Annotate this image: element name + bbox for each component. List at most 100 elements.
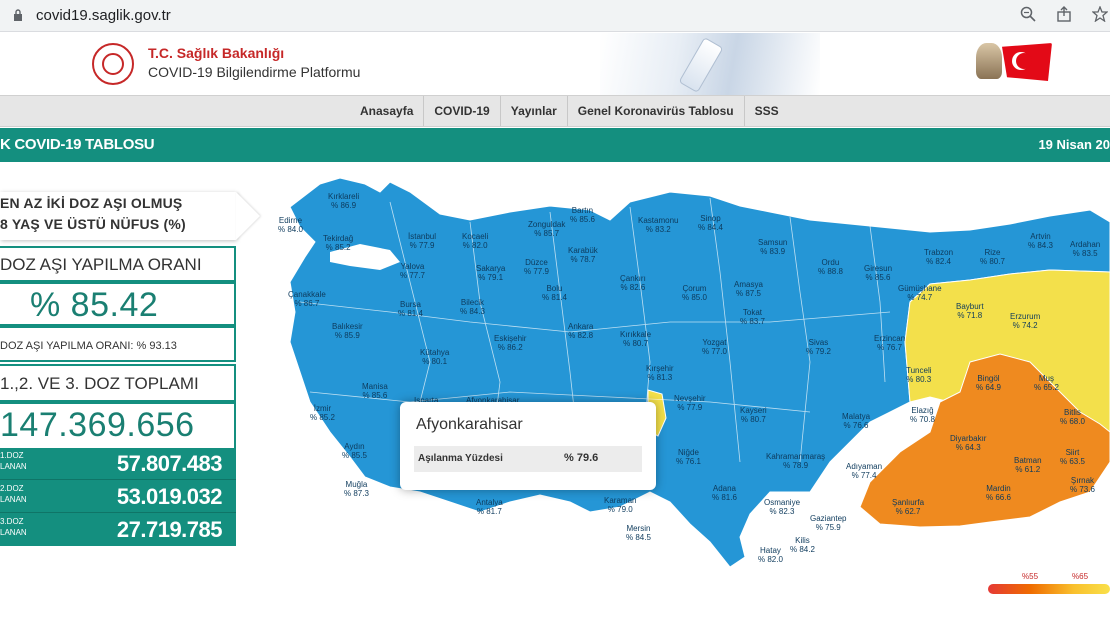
province-nigde[interactable]: Niğde% 76.1 [676,448,701,466]
headline-line-2: 8 YAŞ VE ÜSTÜ NÜFUS (%) [0,216,186,232]
province-mus[interactable]: Muş% 65.2 [1034,374,1059,392]
province-manisa[interactable]: Manisa% 85.6 [362,382,388,400]
main-content: Kırklareli% 86.9 Edirne% 84.0 Tekirdağ% … [0,162,1110,625]
province-sinop[interactable]: Sinop% 84.4 [698,214,723,232]
province-nevsehir[interactable]: Nevşehir% 77.9 [674,394,706,412]
province-bartin[interactable]: Bartın% 85.6 [570,206,595,224]
share-icon[interactable] [1054,6,1074,26]
province-kirikkale[interactable]: Kırıkkale% 80.7 [620,330,651,348]
province-bayburt[interactable]: Bayburt% 71.8 [956,302,984,320]
province-eskisehir[interactable]: Eskişehir% 86.2 [494,334,526,352]
province-kutahya[interactable]: Kütahya% 80.1 [420,348,449,366]
star-icon[interactable] [1090,5,1110,26]
province-sirnak[interactable]: Şırnak% 73.6 [1070,476,1095,494]
province-ankara[interactable]: Ankara% 82.8 [568,322,593,340]
province-mersin[interactable]: Mersin% 84.5 [626,524,651,542]
province-tunceli[interactable]: Tunceli% 80.3 [906,366,932,384]
dose-row: 1.DOZ LANAN 57.807.483 [0,448,236,480]
province-erzincan[interactable]: Erzincan% 76.7 [874,334,905,352]
province-canakkale[interactable]: Çanakkale% 86.7 [288,290,326,308]
province-ordu[interactable]: Ordu% 88.8 [818,258,843,276]
province-izmir[interactable]: İzmir% 85.2 [310,404,335,422]
province-diyarbakir[interactable]: Diyarbakır% 64.3 [950,434,986,452]
dose-3-value: 27.719.785 [116,517,223,542]
province-kirklareli[interactable]: Kırklareli% 86.9 [328,192,359,210]
nav-general-table[interactable]: Genel Koronavirüs Tablosu [568,96,745,126]
province-trabzon[interactable]: Trabzon% 82.4 [924,248,953,266]
province-bingol[interactable]: Bingöl% 64.9 [976,374,1001,392]
legend-tick: %55 [1022,572,1039,581]
zoom-icon[interactable] [1018,6,1038,26]
province-siirt[interactable]: Siirt% 63.5 [1060,448,1085,466]
province-kirsehir[interactable]: Kırşehir% 81.3 [646,364,674,382]
province-zonguldak[interactable]: Zonguldak% 85.7 [528,220,565,238]
province-aydin[interactable]: Aydın% 85.5 [342,442,367,460]
page-title: K COVID-19 TABLOSU [0,136,155,153]
province-samsun[interactable]: Samsun% 83.9 [758,238,787,256]
stats-panel: EN AZ İKİ DOZ AŞI OLMUŞ 8 YAŞ VE ÜSTÜ NÜ… [0,162,260,625]
province-antalya[interactable]: Antalya% 81.7 [476,498,503,516]
platform-name[interactable]: COVID-19 Bilgilendirme Platformu [148,64,360,80]
province-sivas[interactable]: Sivas% 79.2 [806,338,831,356]
province-hatay[interactable]: Hatay% 82.0 [758,546,783,564]
total-doses-value: 147.369.656 [0,406,195,444]
address-bar[interactable]: covid19.saglik.gov.tr [36,7,171,24]
tooltip-title: Afyonkarahisar [416,416,523,433]
ministry-name[interactable]: T.C. Sağlık Bakanlığı [148,45,284,61]
province-yalova[interactable]: Yalova% 77.7 [400,262,425,280]
rate-value-box: % 85.42 [0,282,236,326]
province-kilis[interactable]: Kilis% 84.2 [790,536,815,554]
province-sanliurfa[interactable]: Şanlıurfa% 62.7 [892,498,924,516]
province-bursa[interactable]: Bursa% 81.4 [398,300,423,318]
province-osmaniye[interactable]: Osmaniye% 82.3 [764,498,800,516]
legend-gradient-bar [988,584,1110,594]
province-yozgat[interactable]: Yozgat% 77.0 [702,338,727,356]
province-artvin[interactable]: Artvin% 84.3 [1028,232,1053,250]
province-bilecik[interactable]: Bilecik% 84.3 [460,298,485,316]
province-elazig[interactable]: Elazığ% 70.8 [910,406,935,424]
province-kocaeli[interactable]: Kocaeli% 82.0 [462,232,488,250]
dose-row: 3.DOZ LANAN 27.719.785 [0,517,223,542]
province-bolu[interactable]: Bolu% 81.4 [542,284,567,302]
vaccination-map: Kırklareli% 86.9 Edirne% 84.0 Tekirdağ% … [270,162,1110,625]
nav-faq[interactable]: SSS [745,96,789,126]
ministry-logo-icon[interactable] [92,43,134,85]
province-edirne[interactable]: Edirne% 84.0 [278,216,303,234]
headline-line-1: EN AZ İKİ DOZ AŞI OLMUŞ [0,195,183,211]
province-rize[interactable]: Rize% 80.7 [980,248,1005,266]
province-mugla[interactable]: Muğla% 87.3 [344,480,369,498]
nav-covid19[interactable]: COVID-19 [424,96,501,126]
lock-icon[interactable] [13,9,23,21]
province-sakarya[interactable]: Sakarya% 79.1 [476,264,505,282]
province-kahramanmaras[interactable]: Kahramanmaraş% 78.9 [766,452,825,470]
province-duzce[interactable]: Düzce% 77.9 [524,258,549,276]
province-gaziantep[interactable]: Gaziantep% 75.9 [810,514,846,532]
province-adiyaman[interactable]: Adıyaman% 77.4 [846,462,882,480]
province-adana[interactable]: Adana% 81.6 [712,484,737,502]
nav-publications[interactable]: Yayınlar [501,96,568,126]
province-bitlis[interactable]: Bitlis% 68.0 [1060,408,1085,426]
dose-counts: 1.DOZ LANAN 57.807.483 2.DOZ LANAN 53.019.… [0,448,236,546]
province-balikesir[interactable]: Balıkesir% 85.9 [332,322,363,340]
nav-home[interactable]: Anasayfa [350,96,425,126]
province-giresun[interactable]: Giresun% 85.6 [864,264,892,282]
province-batman[interactable]: Batman% 61.2 [1014,456,1042,474]
province-malatya[interactable]: Malatya% 76.6 [842,412,870,430]
province-tokat[interactable]: Tokat% 83.7 [740,308,765,326]
province-kayseri[interactable]: Kayseri% 80.7 [740,406,767,424]
province-cankiri[interactable]: Çankırı% 82.6 [620,274,646,292]
province-ardahan[interactable]: Ardahan% 83.5 [1070,240,1100,258]
rate-label-box: DOZ AŞI YAPILMA ORANI [0,246,236,282]
province-kastamonu[interactable]: Kastamonu% 83.2 [638,216,678,234]
province-amasya[interactable]: Amasya% 87.5 [734,280,763,298]
province-tekirdag[interactable]: Tekirdağ% 85.2 [323,234,353,252]
province-istanbul[interactable]: İstanbul% 77.9 [408,232,436,250]
dose-1-value: 57.807.483 [116,451,223,476]
province-erzurum[interactable]: Erzurum% 74.2 [1010,312,1040,330]
province-mardin[interactable]: Mardin% 66.6 [986,484,1011,502]
province-gumushane[interactable]: Gümüşhane% 74.7 [898,284,942,302]
province-karaman[interactable]: Karaman% 79.0 [604,496,636,514]
province-corum[interactable]: Çorum% 85.0 [682,284,707,302]
first-dose-note-box: DOZ AŞI YAPILMA ORANI: % 93.13 [0,326,236,362]
province-karabuk[interactable]: Karabük% 78.7 [568,246,598,264]
